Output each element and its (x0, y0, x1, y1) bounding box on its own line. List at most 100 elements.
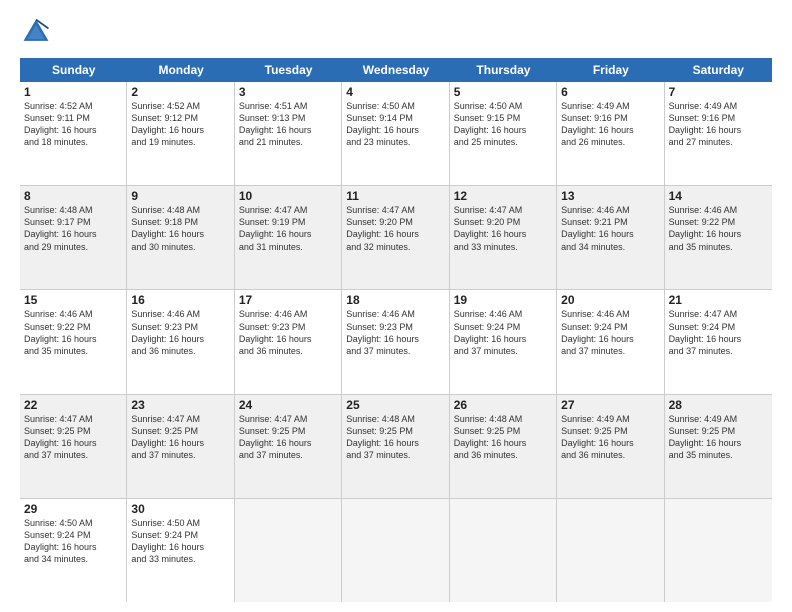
day-number: 5 (454, 85, 552, 99)
day-info: Sunrise: 4:47 AMSunset: 9:25 PMDaylight:… (239, 413, 337, 462)
day-info: Sunrise: 4:47 AMSunset: 9:25 PMDaylight:… (24, 413, 122, 462)
day-info: Sunrise: 4:49 AMSunset: 9:16 PMDaylight:… (561, 100, 659, 149)
day-info: Sunrise: 4:52 AMSunset: 9:12 PMDaylight:… (131, 100, 229, 149)
calendar-cell: 9Sunrise: 4:48 AMSunset: 9:18 PMDaylight… (127, 186, 234, 289)
calendar-cell: 2Sunrise: 4:52 AMSunset: 9:12 PMDaylight… (127, 82, 234, 185)
day-number: 11 (346, 189, 444, 203)
day-info: Sunrise: 4:48 AMSunset: 9:17 PMDaylight:… (24, 204, 122, 253)
day-info: Sunrise: 4:46 AMSunset: 9:23 PMDaylight:… (346, 308, 444, 357)
header-day-sunday: Sunday (20, 58, 127, 82)
day-number: 25 (346, 398, 444, 412)
header-day-friday: Friday (557, 58, 664, 82)
calendar-cell: 15Sunrise: 4:46 AMSunset: 9:22 PMDayligh… (20, 290, 127, 393)
calendar-cell: 19Sunrise: 4:46 AMSunset: 9:24 PMDayligh… (450, 290, 557, 393)
day-info: Sunrise: 4:47 AMSunset: 9:20 PMDaylight:… (346, 204, 444, 253)
calendar: SundayMondayTuesdayWednesdayThursdayFrid… (20, 58, 772, 602)
day-number: 4 (346, 85, 444, 99)
day-info: Sunrise: 4:48 AMSunset: 9:25 PMDaylight:… (346, 413, 444, 462)
calendar-cell: 14Sunrise: 4:46 AMSunset: 9:22 PMDayligh… (665, 186, 772, 289)
day-number: 16 (131, 293, 229, 307)
calendar-cell: 23Sunrise: 4:47 AMSunset: 9:25 PMDayligh… (127, 395, 234, 498)
day-info: Sunrise: 4:46 AMSunset: 9:24 PMDaylight:… (454, 308, 552, 357)
calendar-cell: 7Sunrise: 4:49 AMSunset: 9:16 PMDaylight… (665, 82, 772, 185)
day-info: Sunrise: 4:48 AMSunset: 9:25 PMDaylight:… (454, 413, 552, 462)
calendar-cell: 29Sunrise: 4:50 AMSunset: 9:24 PMDayligh… (20, 499, 127, 602)
header-day-thursday: Thursday (450, 58, 557, 82)
day-info: Sunrise: 4:49 AMSunset: 9:16 PMDaylight:… (669, 100, 768, 149)
calendar-row-3: 15Sunrise: 4:46 AMSunset: 9:22 PMDayligh… (20, 290, 772, 394)
day-number: 19 (454, 293, 552, 307)
logo (20, 16, 56, 48)
calendar-row-4: 22Sunrise: 4:47 AMSunset: 9:25 PMDayligh… (20, 395, 772, 499)
day-number: 18 (346, 293, 444, 307)
day-number: 17 (239, 293, 337, 307)
day-info: Sunrise: 4:47 AMSunset: 9:25 PMDaylight:… (131, 413, 229, 462)
calendar-body: 1Sunrise: 4:52 AMSunset: 9:11 PMDaylight… (20, 82, 772, 602)
calendar-row-2: 8Sunrise: 4:48 AMSunset: 9:17 PMDaylight… (20, 186, 772, 290)
header-day-saturday: Saturday (665, 58, 772, 82)
calendar-cell: 21Sunrise: 4:47 AMSunset: 9:24 PMDayligh… (665, 290, 772, 393)
day-number: 20 (561, 293, 659, 307)
calendar-row-5: 29Sunrise: 4:50 AMSunset: 9:24 PMDayligh… (20, 499, 772, 602)
day-info: Sunrise: 4:46 AMSunset: 9:23 PMDaylight:… (239, 308, 337, 357)
calendar-cell: 25Sunrise: 4:48 AMSunset: 9:25 PMDayligh… (342, 395, 449, 498)
calendar-cell (235, 499, 342, 602)
calendar-cell: 22Sunrise: 4:47 AMSunset: 9:25 PMDayligh… (20, 395, 127, 498)
day-info: Sunrise: 4:50 AMSunset: 9:24 PMDaylight:… (131, 517, 229, 566)
day-number: 26 (454, 398, 552, 412)
day-number: 6 (561, 85, 659, 99)
calendar-cell: 10Sunrise: 4:47 AMSunset: 9:19 PMDayligh… (235, 186, 342, 289)
day-info: Sunrise: 4:46 AMSunset: 9:22 PMDaylight:… (24, 308, 122, 357)
calendar-cell: 27Sunrise: 4:49 AMSunset: 9:25 PMDayligh… (557, 395, 664, 498)
day-info: Sunrise: 4:48 AMSunset: 9:18 PMDaylight:… (131, 204, 229, 253)
day-info: Sunrise: 4:47 AMSunset: 9:20 PMDaylight:… (454, 204, 552, 253)
calendar-cell: 6Sunrise: 4:49 AMSunset: 9:16 PMDaylight… (557, 82, 664, 185)
day-number: 10 (239, 189, 337, 203)
day-info: Sunrise: 4:51 AMSunset: 9:13 PMDaylight:… (239, 100, 337, 149)
header (20, 16, 772, 48)
calendar-cell (557, 499, 664, 602)
day-info: Sunrise: 4:47 AMSunset: 9:19 PMDaylight:… (239, 204, 337, 253)
day-number: 8 (24, 189, 122, 203)
day-number: 13 (561, 189, 659, 203)
day-info: Sunrise: 4:50 AMSunset: 9:24 PMDaylight:… (24, 517, 122, 566)
header-day-monday: Monday (127, 58, 234, 82)
day-number: 14 (669, 189, 768, 203)
day-info: Sunrise: 4:50 AMSunset: 9:15 PMDaylight:… (454, 100, 552, 149)
header-day-wednesday: Wednesday (342, 58, 449, 82)
calendar-cell: 11Sunrise: 4:47 AMSunset: 9:20 PMDayligh… (342, 186, 449, 289)
day-number: 15 (24, 293, 122, 307)
day-number: 3 (239, 85, 337, 99)
day-info: Sunrise: 4:46 AMSunset: 9:22 PMDaylight:… (669, 204, 768, 253)
calendar-cell: 20Sunrise: 4:46 AMSunset: 9:24 PMDayligh… (557, 290, 664, 393)
calendar-cell: 5Sunrise: 4:50 AMSunset: 9:15 PMDaylight… (450, 82, 557, 185)
day-info: Sunrise: 4:46 AMSunset: 9:21 PMDaylight:… (561, 204, 659, 253)
day-info: Sunrise: 4:52 AMSunset: 9:11 PMDaylight:… (24, 100, 122, 149)
header-day-tuesday: Tuesday (235, 58, 342, 82)
day-number: 21 (669, 293, 768, 307)
calendar-cell (342, 499, 449, 602)
day-number: 29 (24, 502, 122, 516)
day-info: Sunrise: 4:46 AMSunset: 9:23 PMDaylight:… (131, 308, 229, 357)
day-info: Sunrise: 4:50 AMSunset: 9:14 PMDaylight:… (346, 100, 444, 149)
day-number: 28 (669, 398, 768, 412)
calendar-cell: 28Sunrise: 4:49 AMSunset: 9:25 PMDayligh… (665, 395, 772, 498)
calendar-cell: 24Sunrise: 4:47 AMSunset: 9:25 PMDayligh… (235, 395, 342, 498)
day-info: Sunrise: 4:46 AMSunset: 9:24 PMDaylight:… (561, 308, 659, 357)
calendar-cell: 30Sunrise: 4:50 AMSunset: 9:24 PMDayligh… (127, 499, 234, 602)
day-info: Sunrise: 4:49 AMSunset: 9:25 PMDaylight:… (669, 413, 768, 462)
calendar-cell: 8Sunrise: 4:48 AMSunset: 9:17 PMDaylight… (20, 186, 127, 289)
calendar-cell: 13Sunrise: 4:46 AMSunset: 9:21 PMDayligh… (557, 186, 664, 289)
calendar-cell (450, 499, 557, 602)
calendar-row-1: 1Sunrise: 4:52 AMSunset: 9:11 PMDaylight… (20, 82, 772, 186)
day-number: 22 (24, 398, 122, 412)
day-info: Sunrise: 4:49 AMSunset: 9:25 PMDaylight:… (561, 413, 659, 462)
day-number: 30 (131, 502, 229, 516)
calendar-cell: 17Sunrise: 4:46 AMSunset: 9:23 PMDayligh… (235, 290, 342, 393)
day-number: 2 (131, 85, 229, 99)
calendar-cell: 26Sunrise: 4:48 AMSunset: 9:25 PMDayligh… (450, 395, 557, 498)
day-number: 1 (24, 85, 122, 99)
calendar-cell: 16Sunrise: 4:46 AMSunset: 9:23 PMDayligh… (127, 290, 234, 393)
calendar-cell: 12Sunrise: 4:47 AMSunset: 9:20 PMDayligh… (450, 186, 557, 289)
calendar-cell: 4Sunrise: 4:50 AMSunset: 9:14 PMDaylight… (342, 82, 449, 185)
